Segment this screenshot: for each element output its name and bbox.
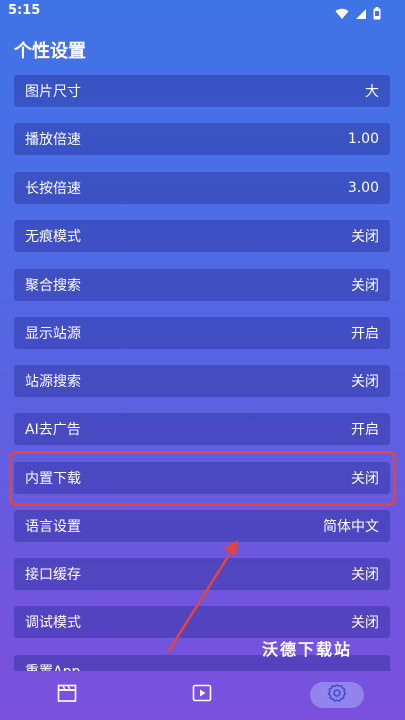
- nav-item-movies[interactable]: [40, 682, 94, 708]
- annotation-arrow: [166, 540, 238, 653]
- clapperboard-icon: [57, 684, 77, 706]
- play-icon: [192, 684, 212, 706]
- watermark-text: 沃德下载站: [262, 640, 353, 659]
- bottom-nav: [0, 671, 405, 720]
- nav-item-settings[interactable]: [310, 682, 364, 708]
- nav-item-play[interactable]: [175, 682, 229, 708]
- gear-icon: [327, 683, 347, 707]
